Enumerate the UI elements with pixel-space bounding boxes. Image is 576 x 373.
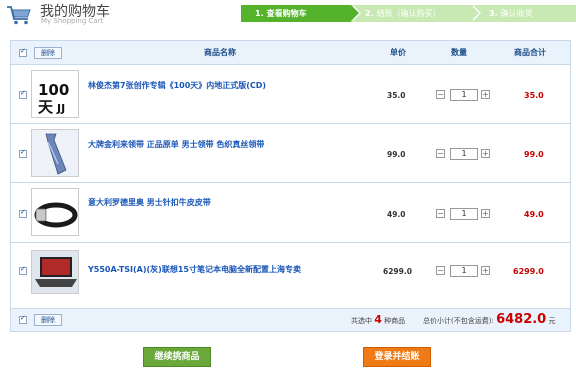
table-row: 意大利罗德里奥 男士针扣牛皮皮带 49.0 − 1 + 49.0: [11, 183, 570, 243]
total-prefix: 总价小计(不包含运费):: [423, 317, 494, 325]
shopping-cart-icon: [7, 6, 31, 25]
quantity-input[interactable]: 1: [450, 148, 478, 160]
row-checkbox[interactable]: [19, 265, 27, 275]
column-header-name: 商品名称: [204, 48, 236, 57]
increase-qty-button[interactable]: +: [481, 209, 490, 218]
continue-shopping-button[interactable]: 继续挑商品: [143, 347, 211, 367]
row-checkbox[interactable]: [19, 148, 27, 158]
row-subtotal: 99.0: [524, 150, 544, 159]
decrease-qty-button[interactable]: −: [436, 90, 445, 99]
increase-qty-button[interactable]: +: [481, 149, 490, 158]
svg-text:天: 天: [38, 98, 54, 116]
table-row: 大牌金利来领带 正品原单 男士领带 色织真丝领带 99.0 − 1 + 99.0: [11, 124, 570, 183]
step-number: 3.: [489, 9, 498, 18]
quantity-input[interactable]: 1: [450, 89, 478, 101]
necktie-image[interactable]: [31, 129, 79, 177]
page-header: 我的购物车 My Shopping Cart 3. 确认收货 2. 结账（确认购买）…: [0, 0, 576, 34]
cart-table: 删除 商品名称 单价 数量 商品合计 100 天 JJ 林俊杰第7张创作专辑《1…: [10, 40, 571, 332]
row-checkbox[interactable]: [19, 89, 27, 99]
product-link[interactable]: Y550A-TSI(A)(灰)联想15寸笔记本电脑全新配置上海专卖: [88, 264, 301, 275]
table-header: 删除 商品名称 单价 数量 商品合计: [11, 41, 570, 65]
table-row: 100 天 JJ 林俊杰第7张创作专辑《100天》内地正式版(CD) 35.0 …: [11, 65, 570, 124]
step-arrow: [351, 5, 359, 21]
step-label: 确认收货: [500, 9, 533, 18]
selected-suffix: 种商品: [384, 317, 406, 325]
currency: 元: [548, 317, 556, 325]
step-number: 2.: [365, 9, 374, 18]
svg-text:100: 100: [38, 81, 69, 99]
album-cover-image[interactable]: 100 天 JJ: [31, 70, 79, 118]
unit-price: 49.0: [387, 210, 406, 219]
selected-count: 4: [374, 313, 382, 326]
row-checkbox[interactable]: [19, 208, 27, 218]
row-subtotal: 6299.0: [513, 267, 544, 276]
delete-selected-button[interactable]: 删除: [34, 47, 62, 59]
selected-count-text: 共选中 4 种商品: [351, 313, 405, 326]
quantity-input[interactable]: 1: [450, 265, 478, 277]
increase-qty-button[interactable]: +: [481, 266, 490, 275]
laptop-image[interactable]: [31, 250, 79, 294]
selected-prefix: 共选中: [351, 317, 372, 325]
step-view-cart: 1. 查看购物车: [241, 5, 351, 22]
step-arrow: [471, 5, 479, 21]
column-header-subtotal: 商品合计: [514, 48, 546, 57]
step-checkout: 2. 结账（确认购买）: [347, 5, 471, 22]
column-header-qty: 数量: [451, 48, 467, 57]
total-text: 总价小计(不包含运费): 6482.0 元: [423, 312, 555, 327]
select-all-bottom-checkbox[interactable]: [19, 314, 27, 324]
increase-qty-button[interactable]: +: [481, 90, 490, 99]
page-subtitle: My Shopping Cart: [41, 17, 104, 25]
product-link[interactable]: 意大利罗德里奥 男士针扣牛皮皮带: [88, 197, 211, 208]
decrease-qty-button[interactable]: −: [436, 209, 445, 218]
unit-price: 6299.0: [383, 267, 412, 276]
unit-price: 99.0: [387, 150, 406, 159]
quantity-input[interactable]: 1: [450, 208, 478, 220]
column-header-price: 单价: [390, 48, 406, 57]
delete-selected-bottom-button[interactable]: 删除: [34, 314, 62, 326]
decrease-qty-button[interactable]: −: [436, 149, 445, 158]
belt-image[interactable]: [31, 188, 79, 236]
step-confirm-receipt: 3. 确认收货: [465, 5, 576, 22]
svg-text:JJ: JJ: [56, 102, 65, 115]
select-all-checkbox[interactable]: [19, 47, 27, 57]
table-row: Y550A-TSI(A)(灰)联想15寸笔记本电脑全新配置上海专卖 6299.0…: [11, 243, 570, 309]
row-subtotal: 35.0: [524, 91, 544, 100]
step-label: 查看购物车: [266, 9, 307, 18]
step-number: 1.: [255, 9, 264, 18]
decrease-qty-button[interactable]: −: [436, 266, 445, 275]
login-checkout-button[interactable]: 登录并结账: [363, 347, 431, 367]
unit-price: 35.0: [387, 91, 406, 100]
product-link[interactable]: 大牌金利来领带 正品原单 男士领带 色织真丝领带: [88, 139, 264, 150]
total-amount: 6482.0: [496, 312, 547, 327]
product-link[interactable]: 林俊杰第7张创作专辑《100天》内地正式版(CD): [88, 80, 266, 91]
cart-summary-bar: 删除 共选中 4 种商品 总价小计(不包含运费): 6482.0 元: [11, 309, 570, 331]
step-label: 结账（确认购买）: [376, 9, 441, 18]
row-subtotal: 49.0: [524, 210, 544, 219]
